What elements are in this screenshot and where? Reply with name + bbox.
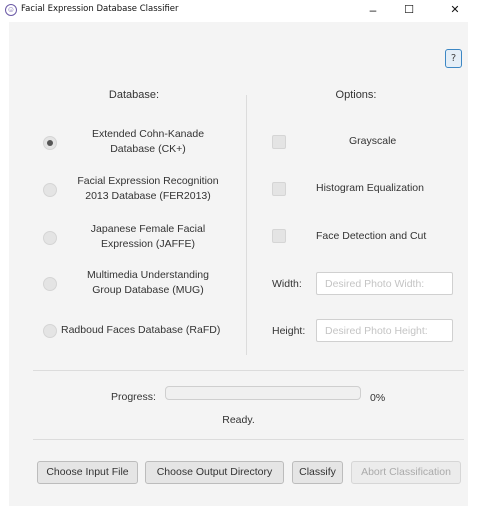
help-button[interactable]: ? (445, 49, 462, 68)
radio-rafd[interactable] (43, 324, 57, 338)
separator-bottom (33, 439, 464, 440)
abort-classification-button[interactable]: Abort Classification (351, 461, 461, 484)
width-input[interactable] (316, 272, 453, 295)
histogram-equalization-label[interactable]: Histogram Equalization (316, 182, 424, 194)
smiley-icon: ☺ (5, 4, 17, 16)
histogram-equalization-checkbox[interactable] (272, 182, 286, 196)
radio-label-ck-plus[interactable]: Extended Cohn-Kanade Database (CK+) (58, 127, 238, 157)
grayscale-label[interactable]: Grayscale (349, 135, 396, 147)
face-detection-checkbox[interactable] (272, 229, 286, 243)
radio-label-mug[interactable]: Multimedia Understanding Group Database (… (58, 268, 238, 298)
height-label: Height: (272, 325, 306, 337)
radio-ck-plus[interactable] (43, 136, 57, 150)
radio-label-fer2013[interactable]: Facial Expression Recognition 2013 Databa… (58, 174, 238, 204)
progress-percent: 0% (370, 392, 386, 404)
database-header: Database: (108, 89, 160, 101)
status-text: Ready. (222, 414, 255, 426)
radio-label-rafd[interactable]: Radboud Faces Database (RaFD) (61, 323, 231, 338)
column-divider (246, 95, 247, 355)
height-input[interactable] (316, 319, 453, 342)
maximize-button[interactable]: ☐ (392, 1, 426, 19)
width-label: Width: (272, 278, 302, 290)
progress-label: Progress: (111, 391, 156, 403)
classify-button[interactable]: Classify (292, 461, 343, 484)
window-title: Facial Expression Database Classifier (21, 4, 179, 14)
separator-top (33, 370, 464, 371)
progress-bar (165, 386, 361, 400)
radio-jaffe[interactable] (43, 231, 57, 245)
close-button[interactable]: ✕ (438, 1, 472, 19)
radio-fer2013[interactable] (43, 183, 57, 197)
face-detection-label[interactable]: Face Detection and Cut (316, 230, 426, 242)
title-bar: ☺ Facial Expression Database Classifier … (0, 0, 477, 22)
minimize-button[interactable]: – (356, 1, 390, 19)
radio-mug[interactable] (43, 277, 57, 291)
choose-output-directory-button[interactable]: Choose Output Directory (145, 461, 284, 484)
options-header: Options: (335, 89, 377, 101)
grayscale-checkbox[interactable] (272, 135, 286, 149)
choose-input-file-button[interactable]: Choose Input File (37, 461, 138, 484)
radio-label-jaffe[interactable]: Japanese Female Facial Expression (JAFFE) (58, 222, 238, 252)
